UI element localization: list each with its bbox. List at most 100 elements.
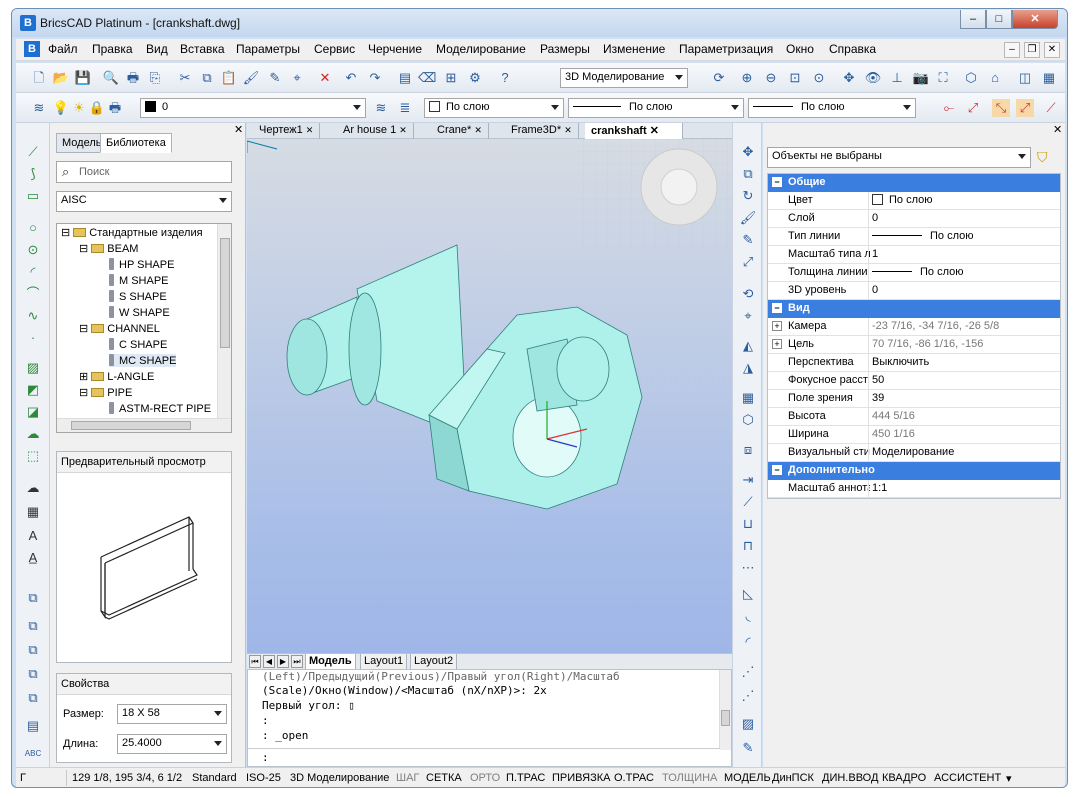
status-dynucs[interactable]: ДинПСК: [772, 772, 814, 784]
prop-lineweight[interactable]: Толщина линии По слою: [768, 264, 1060, 282]
mtext-tool-icon[interactable]: A̲: [24, 549, 42, 567]
polyline-tool-icon[interactable]: ⟆: [24, 165, 42, 183]
status-model[interactable]: МОДЕЛЬ: [724, 772, 771, 784]
tree-item[interactable]: ⊟ CHANNEL: [79, 322, 160, 335]
polyline-icon[interactable]: ⤢: [964, 99, 982, 117]
status-dropdown-icon[interactable]: ▾: [1006, 772, 1012, 785]
properties-close-icon[interactable]: ✕: [1053, 123, 1062, 136]
join-icon[interactable]: ⋯: [739, 559, 757, 577]
tree-item[interactable]: S SHAPE: [109, 290, 167, 303]
library-search-input[interactable]: ⌕ Поиск: [56, 161, 232, 183]
length-select[interactable]: 25.4000: [117, 734, 227, 754]
zoom-in-icon[interactable]: ⊕: [738, 69, 756, 87]
box-icon[interactable]: ⬡: [739, 411, 757, 429]
minimize-button[interactable]: –: [960, 10, 986, 29]
divide-icon[interactable]: ⋰: [739, 663, 757, 681]
settings-icon[interactable]: ⚙: [466, 69, 484, 87]
block-insert-icon[interactable]: ⧉: [24, 589, 42, 607]
view-icon[interactable]: 👁: [864, 69, 882, 87]
revcloud-icon[interactable]: ☁: [24, 479, 42, 497]
menu-insert[interactable]: Вставка: [180, 42, 225, 56]
tree-item[interactable]: ⊟ PIPE: [79, 386, 132, 399]
zoom-window-icon[interactable]: ⊡: [786, 69, 804, 87]
maximize-button[interactable]: □: [986, 10, 1012, 29]
circle-tool-icon[interactable]: ○: [24, 219, 42, 237]
extend-icon[interactable]: ⊔: [739, 515, 757, 533]
layer-select[interactable]: 0: [140, 98, 366, 118]
status-text-style[interactable]: Standard: [192, 772, 237, 784]
status-otrack[interactable]: О.ТРАС: [614, 772, 654, 784]
menu-settings[interactable]: Параметры: [236, 42, 300, 56]
move-icon[interactable]: ✥: [739, 143, 757, 161]
explode-icon[interactable]: ◜: [739, 633, 757, 651]
ucs-icon[interactable]: ⊥: [888, 69, 906, 87]
status-ortho[interactable]: ОРТО: [470, 772, 500, 784]
tree-vscrollbar[interactable]: [217, 224, 231, 418]
standard-select[interactable]: AISC: [56, 191, 232, 212]
workspace-select[interactable]: 3D Моделирование: [560, 68, 688, 88]
delete-icon[interactable]: ✕: [316, 69, 334, 87]
status-polar[interactable]: П.ТРАС: [506, 772, 545, 784]
match-properties-icon[interactable]: 🖌: [242, 69, 260, 87]
arc-tool-icon[interactable]: ◜: [24, 263, 42, 281]
layout-tab-1[interactable]: Layout1: [360, 654, 408, 670]
tree-item[interactable]: ASTM-RECT PIPE: [109, 402, 211, 415]
3d-view-icon[interactable]: ⬡: [962, 69, 980, 87]
ray-icon[interactable]: ⟋: [1042, 99, 1060, 117]
line-icon[interactable]: ⟜: [940, 99, 958, 117]
wipeout-tool-icon[interactable]: ⬚: [24, 447, 42, 465]
status-menu-icon[interactable]: Γ: [20, 772, 26, 784]
tab-crane[interactable]: Crane* ✕: [431, 123, 489, 139]
spline-tool-icon[interactable]: ∿: [24, 307, 42, 325]
cut-icon[interactable]: ✂: [176, 69, 194, 87]
prop-linetype[interactable]: Тип линии По слою: [768, 228, 1060, 246]
tree-item[interactable]: HP SHAPE: [109, 258, 174, 271]
layer-thaw-icon[interactable]: ☀: [70, 99, 88, 117]
last-layout-button[interactable]: ⏭: [291, 655, 303, 668]
tab-crankshaft[interactable]: crankshaft ✕: [585, 123, 683, 139]
size-select[interactable]: 18 X 58: [117, 704, 227, 724]
layer-print-icon[interactable]: 🖶: [106, 99, 124, 117]
tree-item[interactable]: ⊞ L-ANGLE: [79, 370, 154, 383]
command-line[interactable]: (Left)/Предыдущий(Previous)/Правый угол(…: [247, 669, 732, 767]
layer-on-icon[interactable]: 💡: [52, 99, 70, 117]
document-icon[interactable]: B: [24, 41, 40, 57]
status-osnap[interactable]: ПРИВЯЗКА: [552, 772, 610, 784]
trim-icon[interactable]: ⟋: [739, 493, 757, 511]
block-create-icon[interactable]: ⧉: [24, 617, 42, 635]
attach-icon[interactable]: ⧉: [24, 665, 42, 683]
prop-width[interactable]: Ширина 450 1/16: [768, 426, 1060, 444]
status-lineweight[interactable]: ТОЛЩИНА: [662, 772, 717, 784]
redo-icon[interactable]: ↷: [366, 69, 384, 87]
scale-icon[interactable]: ⤢: [739, 253, 757, 271]
regen-icon[interactable]: ⟳: [710, 69, 728, 87]
undo-icon[interactable]: ↶: [342, 69, 360, 87]
select-icon[interactable]: ⌖: [288, 69, 306, 87]
tab-arhouse[interactable]: Ar house 1 ✕: [337, 123, 414, 139]
layer-make-current-icon[interactable]: ≣: [396, 99, 414, 117]
navigation-wheel-center[interactable]: [660, 168, 698, 206]
pipette-icon[interactable]: ✎: [739, 231, 757, 249]
mirror-icon[interactable]: ◭: [739, 337, 757, 355]
cloud-tool-icon[interactable]: ☁: [24, 425, 42, 443]
properties-icon[interactable]: ▤: [396, 69, 414, 87]
status-dyninput[interactable]: ДИН.ВВОД: [822, 772, 878, 784]
table-tool-icon[interactable]: ▦: [24, 503, 42, 521]
print-preview-icon[interactable]: 🔍: [102, 69, 120, 87]
layout-tab-2[interactable]: Layout2: [410, 654, 458, 670]
new-icon[interactable]: 🗋: [30, 69, 48, 87]
lineweight-select[interactable]: По слою: [748, 98, 916, 118]
menu-tools[interactable]: Сервис: [314, 42, 355, 56]
measure-icon[interactable]: ⋰: [739, 687, 757, 705]
paint-icon[interactable]: 🖌: [739, 209, 757, 227]
menu-window[interactable]: Окно: [786, 42, 814, 56]
open-icon[interactable]: 📂: [52, 69, 70, 87]
copy-icon[interactable]: ⧉: [198, 69, 216, 87]
tree-item[interactable]: M SHAPE: [109, 274, 169, 287]
zoom-extents-icon[interactable]: ⊙: [810, 69, 828, 87]
prop-layer[interactable]: Слой 0: [768, 210, 1060, 228]
layer-previous-icon[interactable]: ≋: [372, 99, 390, 117]
status-workspace[interactable]: 3D Моделирование: [290, 772, 389, 784]
align-icon[interactable]: ⌖: [739, 307, 757, 325]
menu-help[interactable]: Справка: [829, 42, 876, 56]
